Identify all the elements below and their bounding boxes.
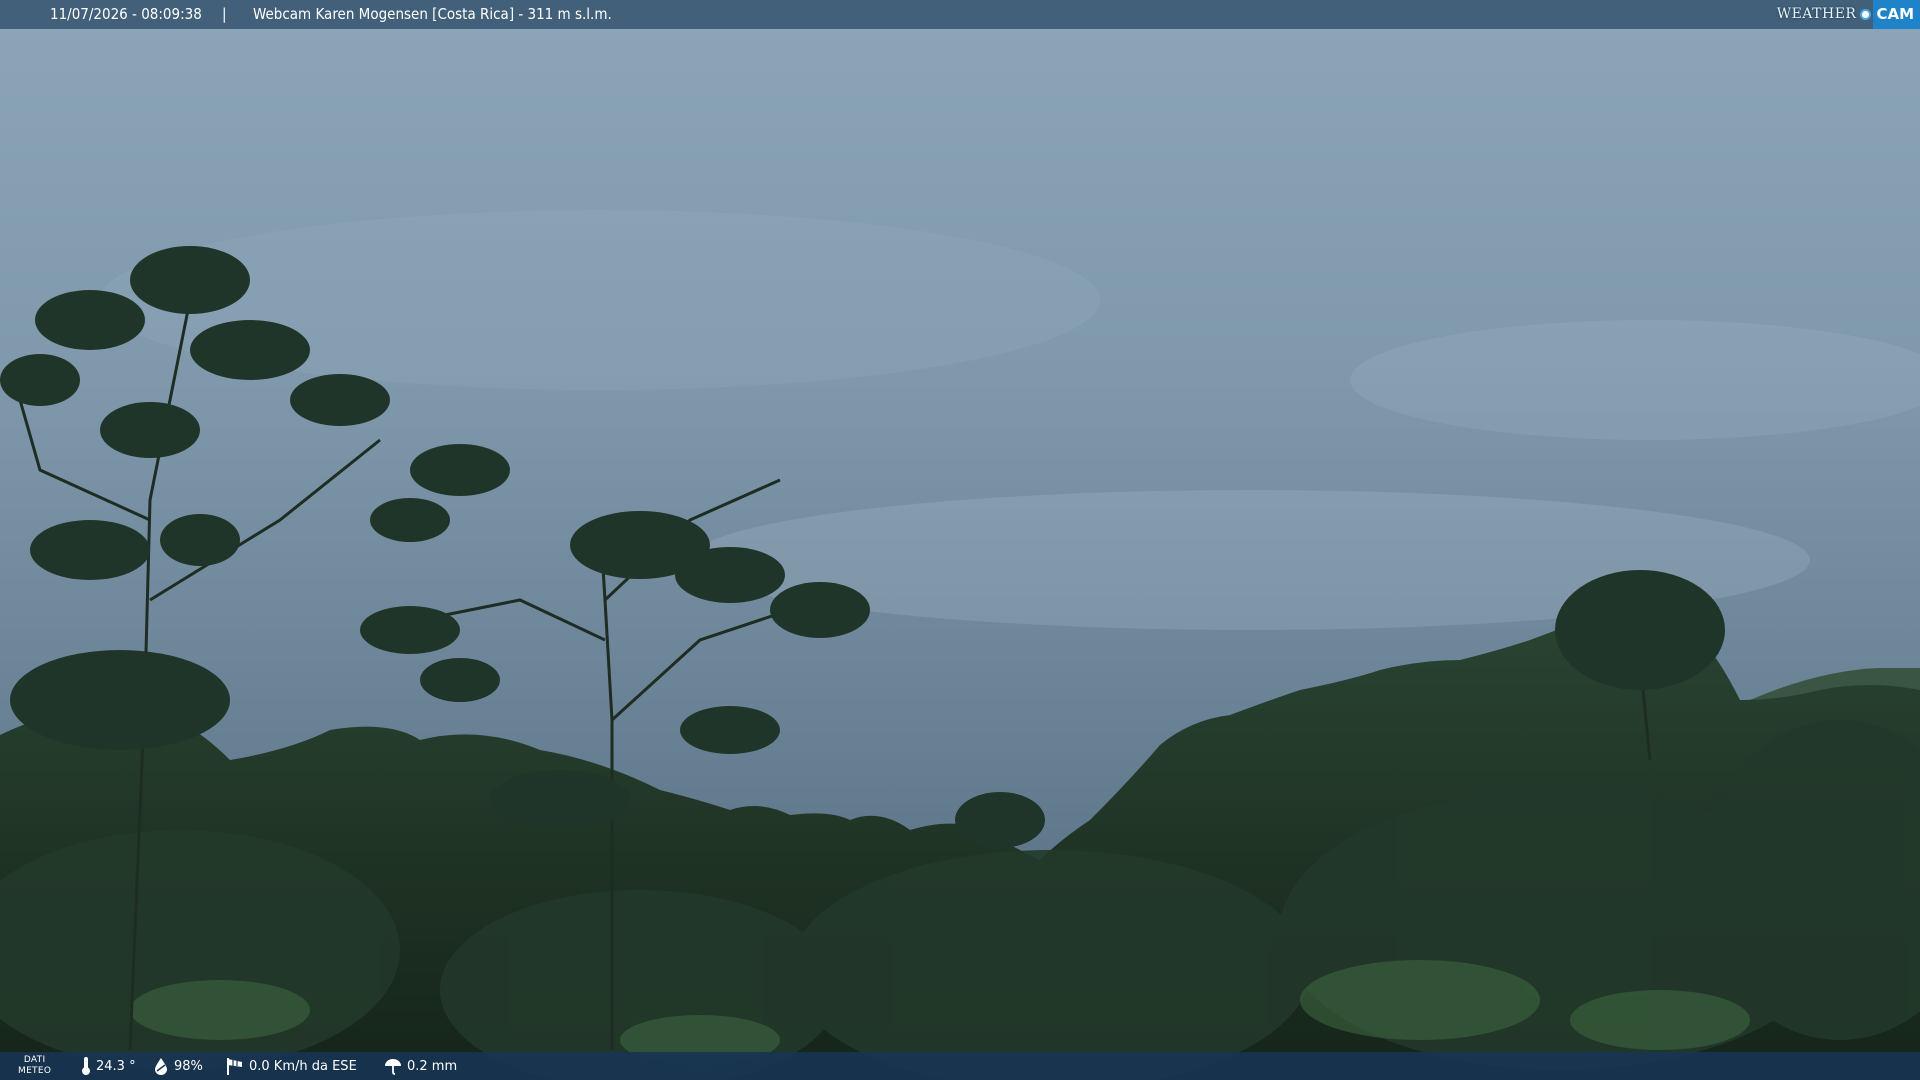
timestamp: 11/07/2026 - 08:09:38 [50, 5, 202, 23]
top-info-bar: 11/07/2026 - 08:09:38 | Webcam Karen Mog… [0, 0, 1920, 29]
thermometer-icon [82, 1057, 90, 1075]
separator: | [222, 5, 227, 23]
wind-value: 0.0 Km/h da ESE [249, 1058, 357, 1074]
humidity-reading: 98% [152, 1052, 203, 1080]
dati-meteo-label: DATI METEO [18, 1055, 52, 1076]
humidity-value: 98% [174, 1058, 203, 1074]
weathercam-logo: WEATHER CAM [1777, 0, 1920, 29]
weather-data-bar: DATI METEO 24.3 ° 98% 0.0 Km/h da ESE 0.… [0, 1052, 1920, 1080]
wind-sock-icon [227, 1058, 242, 1075]
webcam-title: Webcam Karen Mogensen [Costa Rica] - 311… [253, 5, 612, 23]
rain-umbrella-icon [385, 1059, 401, 1075]
logo-dot-icon [1860, 9, 1872, 20]
webcam-image [0, 0, 1920, 1080]
rain-reading: 0.2 mm [383, 1052, 457, 1080]
rain-value: 0.2 mm [407, 1058, 458, 1074]
wind-reading: 0.0 Km/h da ESE [225, 1052, 357, 1080]
humidity-drop-icon [155, 1058, 167, 1075]
temperature-value: 24.3 ° [96, 1058, 136, 1074]
logo-cam-text: CAM [1873, 0, 1920, 29]
temperature-reading: 24.3 ° [80, 1052, 136, 1080]
logo-weather-text: WEATHER [1776, 6, 1857, 22]
